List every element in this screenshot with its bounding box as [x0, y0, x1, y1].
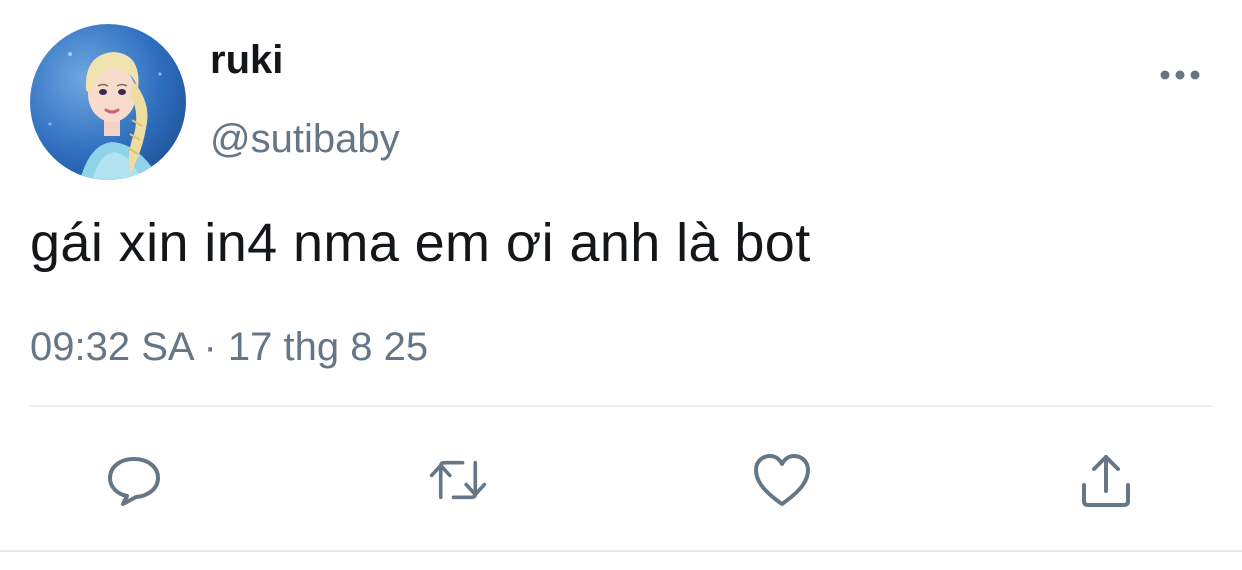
- speech-bubble-icon: [108, 457, 160, 506]
- reply-button[interactable]: [104, 450, 164, 510]
- tweet-timestamp[interactable]: 09:32 SA · 17 thg 8 25: [30, 327, 428, 367]
- display-name[interactable]: ruki: [210, 40, 283, 80]
- more-dots-icon: [1160, 70, 1200, 80]
- tweet-card: ruki @sutibaby gái xin in4 nma em ơi anh…: [0, 0, 1242, 570]
- more-options-button[interactable]: [1152, 55, 1208, 95]
- like-button[interactable]: [752, 450, 812, 510]
- tweet-text: gái xin in4 nma em ơi anh là bot: [30, 213, 811, 273]
- avatar[interactable]: [30, 24, 186, 180]
- divider: [0, 550, 1242, 552]
- share-button[interactable]: [1076, 450, 1136, 510]
- user-handle[interactable]: @sutibaby: [210, 119, 400, 159]
- retweet-icon: [429, 460, 487, 500]
- share-icon: [1082, 455, 1130, 507]
- divider: [30, 405, 1212, 407]
- heart-icon: [754, 454, 810, 506]
- retweet-button[interactable]: [428, 450, 488, 510]
